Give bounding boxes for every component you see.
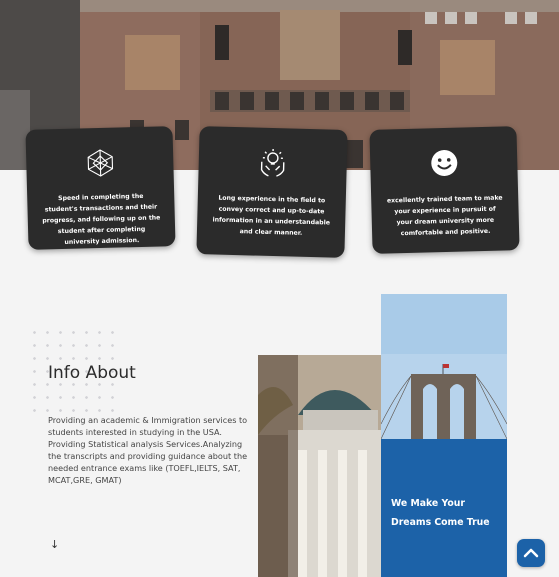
smile-icon — [430, 150, 457, 177]
brooklyn-bridge-photo — [381, 294, 507, 439]
feature-card-experience: Long experience in the field to convey c… — [196, 126, 348, 258]
arrow-down-icon[interactable]: ↓ — [50, 538, 59, 551]
domed-building-photo — [258, 355, 381, 577]
feature-card-team: excellently trained team to make your ex… — [369, 126, 520, 254]
diamond-mesh-icon — [87, 149, 113, 177]
info-description: Providing an academic & Immigration serv… — [48, 415, 248, 485]
hands-lightbulb-icon — [260, 148, 285, 177]
feature-text: excellently trained team to make your ex… — [386, 194, 503, 238]
banner-text: We Make Your Dreams Come True — [391, 498, 490, 528]
dreams-banner: We Make Your Dreams Come True — [381, 439, 507, 577]
feature-text: Speed in completing the student's transa… — [42, 192, 161, 246]
feature-text: Long experience in the field to convey c… — [212, 194, 331, 237]
chevron-up-icon — [523, 548, 539, 558]
info-title: Info About — [48, 363, 136, 383]
feature-card-speed: Speed in completing the student's transa… — [25, 126, 176, 250]
scroll-to-top-button[interactable] — [517, 539, 545, 567]
